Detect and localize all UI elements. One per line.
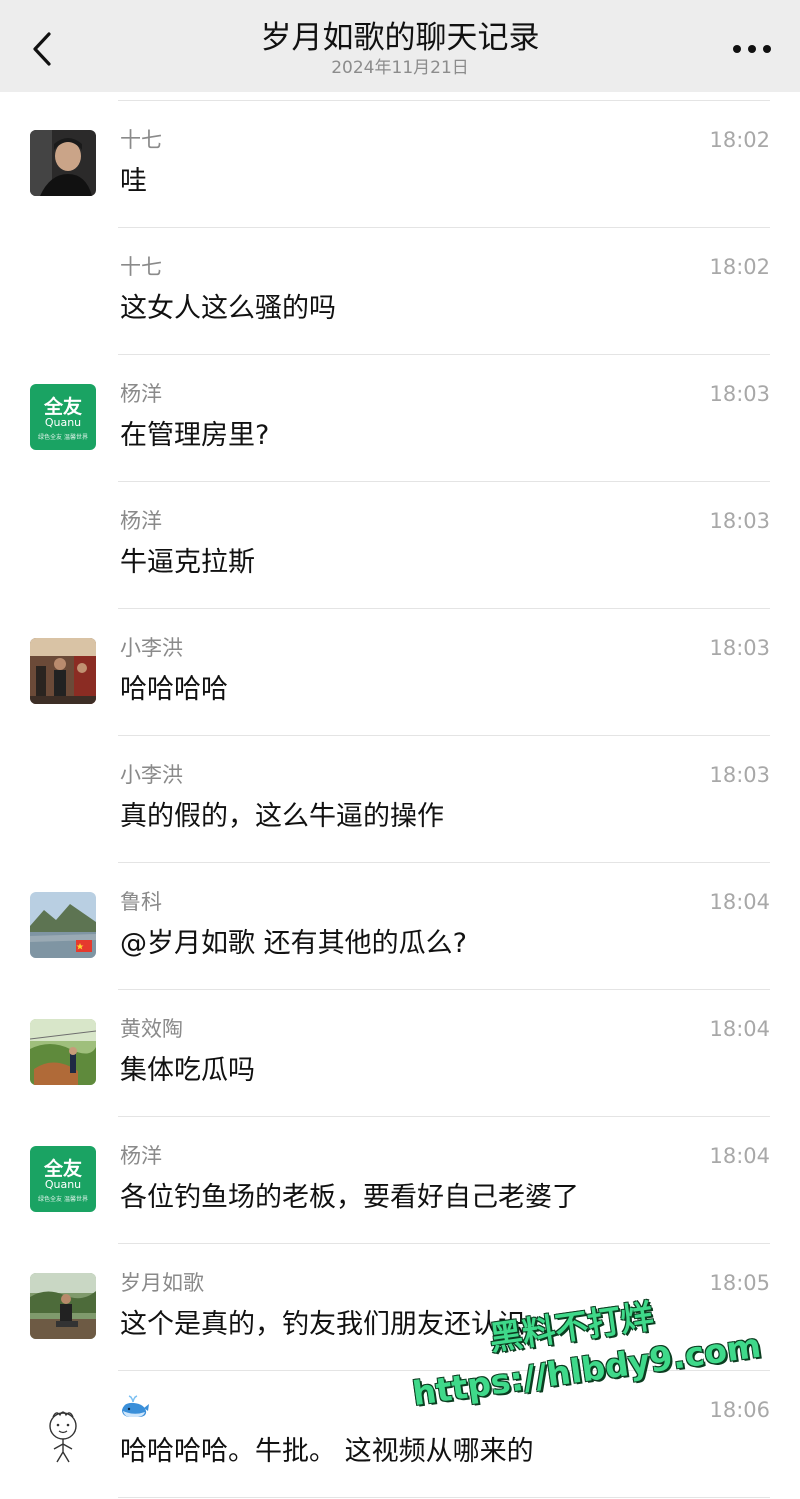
message-text: 集体吃瓜吗 [120,1055,255,1086]
sender-name: 小李洪 [120,636,183,660]
message-time: 18:03 [709,382,770,406]
top-bar: 岁月如歌的聊天记录 2024年11月21日 [0,0,800,92]
message-time: 18:02 [709,255,770,279]
whale-icon [122,1395,149,1417]
sender-name: 鲁科 [120,890,162,914]
divider [118,481,770,482]
message-time: 18:04 [709,1144,770,1168]
more-dots-icon [733,45,771,53]
message-time: 18:05 [709,1271,770,1295]
divider [118,1497,770,1498]
garden-photo-avatar[interactable] [30,1019,96,1085]
message-text: @岁月如歌 还有其他的瓜么? [120,928,467,959]
message-row[interactable]: 鲁科 18:04 @岁月如歌 还有其他的瓜么? [0,862,800,989]
message-text: 各位钓鱼场的老板，要看好自己老婆了 [120,1182,579,1213]
message-row[interactable]: 十七 18:02 哇 [0,100,800,227]
message-text: 这女人这么骚的吗 [120,293,336,324]
message-time: 18:03 [709,636,770,660]
photo-man-avatar[interactable] [30,130,96,196]
sender-name: 小李洪 [120,763,183,787]
message-text: 哇 [120,166,147,197]
divider [118,989,770,990]
message-row[interactable]: 18:06 哈哈哈哈。牛批。 这视频从哪来的 [0,1370,800,1497]
outdoor-person-avatar[interactable] [30,1273,96,1339]
message-time: 18:04 [709,1017,770,1041]
gym-photo-avatar[interactable] [30,638,96,704]
message-time: 18:06 [709,1398,770,1422]
sender-name: 黄效陶 [120,1017,183,1041]
lake-landscape-avatar[interactable] [30,892,96,958]
message-time: 18:04 [709,890,770,914]
page-title: 岁月如歌的聊天记录 [260,20,540,56]
divider [118,735,770,736]
logo-subtext: Quanu [44,416,82,429]
message-row[interactable]: 十七 18:02 这女人这么骚的吗 [0,227,800,354]
message-text: 牛逼克拉斯 [120,547,255,578]
sender-name: 十七 [120,128,162,152]
logo-subtext: Quanu [44,1178,82,1191]
divider [118,862,770,863]
divider [118,608,770,609]
sender-name: 杨洋 [120,382,162,406]
logo-tagline: 绿色全友 温馨世界 [38,1196,88,1203]
message-time: 18:03 [709,763,770,787]
message-row[interactable]: 黄效陶 18:04 集体吃瓜吗 [0,989,800,1116]
sender-name: 杨洋 [120,509,162,533]
message-row[interactable]: 小李洪 18:03 哈哈哈哈 [0,608,800,735]
message-text: 这个是真的，钓友我们朋友还认识 [120,1309,525,1340]
sender-name: 十七 [120,255,162,279]
divider [118,100,770,101]
message-text: 哈哈哈哈 [120,674,228,705]
page-subtitle-date: 2024年11月21日 [331,58,469,78]
message-row[interactable]: 杨洋 18:03 牛逼克拉斯 [0,481,800,608]
whale-emoji-name [120,1394,150,1424]
message-time: 18:03 [709,509,770,533]
message-text: 哈哈哈哈。牛批。 这视频从哪来的 [120,1436,534,1467]
message-time: 18:02 [709,128,770,152]
message-row[interactable]: 小李洪 18:03 真的假的，这么牛逼的操作 [0,735,800,862]
logo-text: 全友 [43,396,82,418]
sender-name: 岁月如歌 [120,1271,204,1295]
divider [118,354,770,355]
divider [118,1370,770,1371]
divider [118,1116,770,1117]
message-row[interactable]: 全友 Quanu 绿色全友 温馨世界 杨洋 18:04 各位钓鱼场的老板，要看好… [0,1116,800,1243]
message-text: 真的假的，这么牛逼的操作 [120,801,444,832]
quanyou-logo-avatar[interactable]: 全友 Quanu 绿色全友 温馨世界 [30,1146,96,1212]
sender-name: 杨洋 [120,1144,162,1168]
cartoon-doodle-avatar[interactable] [30,1400,96,1466]
more-options-button[interactable] [726,26,778,72]
message-row[interactable]: 全友 Quanu 绿色全友 温馨世界 杨洋 18:03 在管理房里? [0,354,800,481]
divider [118,1243,770,1244]
logo-text: 全友 [43,1158,82,1180]
chat-record-list[interactable]: 十七 18:02 哇 十七 18:02 这女人这么骚的吗 全友 Quanu 绿色… [0,100,800,1497]
divider [118,227,770,228]
quanyou-logo-avatar[interactable]: 全友 Quanu 绿色全友 温馨世界 [30,384,96,450]
message-row[interactable]: 岁月如歌 18:05 这个是真的，钓友我们朋友还认识 [0,1243,800,1370]
message-text: 在管理房里? [120,420,270,451]
logo-tagline: 绿色全友 温馨世界 [38,434,88,441]
